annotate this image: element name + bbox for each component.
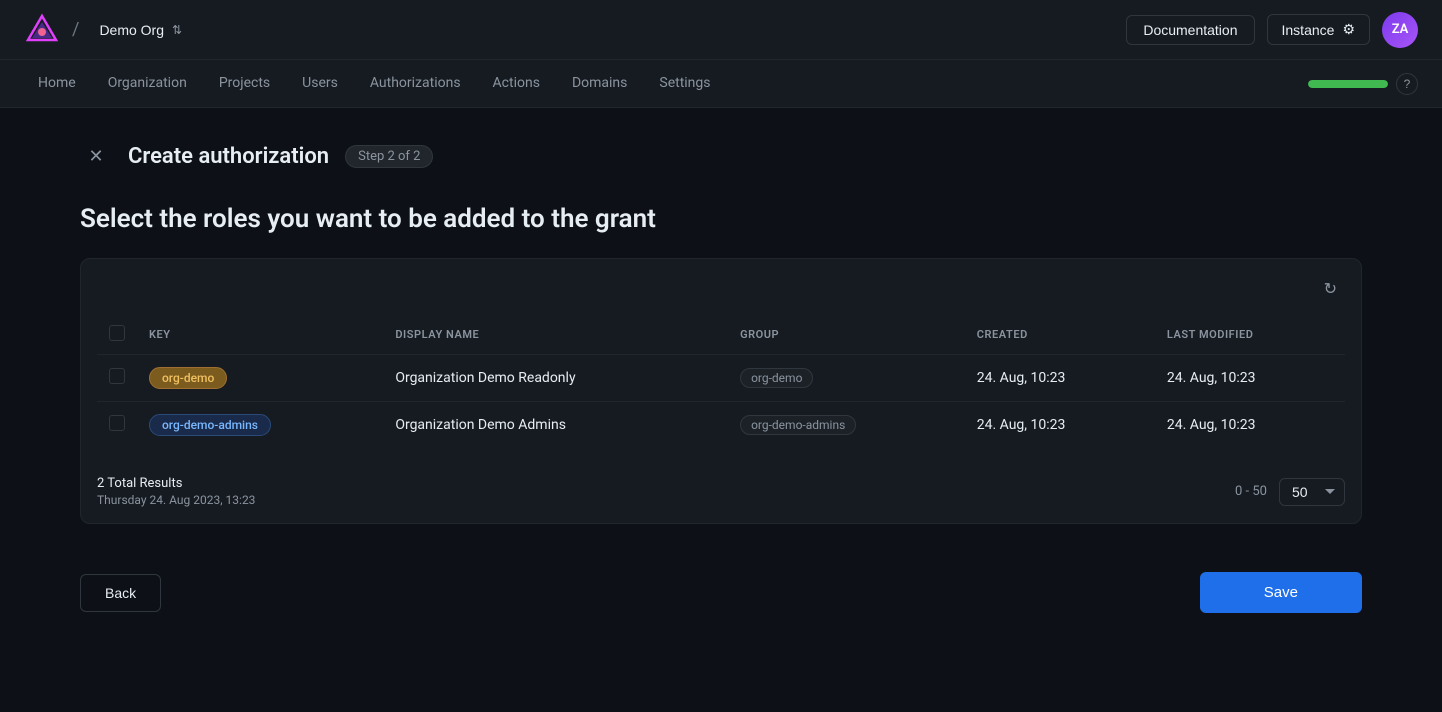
nav-item-organization[interactable]: Organization: [94, 65, 201, 103]
avatar[interactable]: ZA: [1382, 12, 1418, 48]
row2-key-badge: org-demo-admins: [149, 414, 271, 436]
roles-table: KEY DISPLAY NAME GROUP CREATED LAST MODI…: [97, 315, 1345, 448]
select-all-column: [97, 315, 137, 355]
instance-label: Instance: [1282, 22, 1335, 38]
nav-item-users[interactable]: Users: [288, 65, 352, 103]
help-button[interactable]: ?: [1396, 73, 1418, 95]
table-header-row: KEY DISPLAY NAME GROUP CREATED LAST MODI…: [97, 315, 1345, 355]
step-badge: Step 2 of 2: [345, 145, 433, 168]
row2-created-cell: 24. Aug, 10:23: [965, 402, 1155, 449]
row1-created-cell: 24. Aug, 10:23: [965, 355, 1155, 402]
row1-group-badge: org-demo: [740, 368, 813, 388]
page-title: Create authorization: [128, 144, 329, 169]
nav-item-actions[interactable]: Actions: [479, 65, 554, 103]
page-range: 0 - 50: [1235, 484, 1267, 499]
per-page-select[interactable]: 50 100 200: [1279, 478, 1345, 506]
documentation-button[interactable]: Documentation: [1126, 15, 1254, 45]
table-toolbar: ↻: [97, 275, 1345, 303]
row2-group-badge: org-demo-admins: [740, 415, 856, 435]
bottom-actions: Back Save: [80, 548, 1362, 637]
pagination: 2 Total Results Thursday 24. Aug 2023, 1…: [97, 464, 1345, 507]
total-results-date: Thursday 24. Aug 2023, 13:23: [97, 493, 255, 507]
pagination-right: 0 - 50 50 100 200: [1235, 478, 1345, 506]
row2-select-cell: [97, 402, 137, 449]
row1-group-cell: org-demo: [728, 355, 965, 402]
row2-display-name-cell: Organization Demo Admins: [383, 402, 728, 449]
logo-icon: [24, 12, 60, 48]
row1-key-cell: org-demo: [137, 355, 383, 402]
section-title: Select the roles you want to be added to…: [80, 204, 1362, 234]
back-button[interactable]: Back: [80, 574, 161, 612]
logo: / Demo Org ⇅: [24, 12, 190, 48]
row1-key-badge: org-demo: [149, 367, 227, 389]
total-results: 2 Total Results Thursday 24. Aug 2023, 1…: [97, 476, 255, 507]
display-name-column-header: DISPLAY NAME: [383, 315, 728, 355]
org-name: Demo Org: [99, 22, 164, 38]
row1-last-modified-cell: 24. Aug, 10:23: [1155, 355, 1345, 402]
header-right: Documentation Instance ⚙ ZA: [1126, 12, 1418, 48]
close-button[interactable]: ✕: [80, 140, 112, 172]
last-modified-column-header: LAST MODIFIED: [1155, 315, 1345, 355]
chevron-updown-icon: ⇅: [172, 23, 182, 37]
save-button[interactable]: Save: [1200, 572, 1362, 613]
row2-key-cell: org-demo-admins: [137, 402, 383, 449]
table-row: org-demo Organization Demo Readonly org-…: [97, 355, 1345, 402]
page-header: ✕ Create authorization Step 2 of 2: [80, 140, 1362, 172]
nav-item-home[interactable]: Home: [24, 65, 90, 103]
total-results-label: 2 Total Results: [97, 476, 255, 491]
nav-item-settings[interactable]: Settings: [645, 65, 724, 103]
row1-checkbox[interactable]: [109, 368, 125, 384]
select-all-checkbox[interactable]: [109, 325, 125, 341]
refresh-button[interactable]: ↻: [1316, 275, 1345, 303]
row2-group-cell: org-demo-admins: [728, 402, 965, 449]
nav-item-domains[interactable]: Domains: [558, 65, 641, 103]
table-row: org-demo-admins Organization Demo Admins…: [97, 402, 1345, 449]
row1-select-cell: [97, 355, 137, 402]
group-column-header: GROUP: [728, 315, 965, 355]
table-card: ↻ KEY DISPLAY NAME GROUP CREATED LAST MO…: [80, 258, 1362, 524]
created-column-header: CREATED: [965, 315, 1155, 355]
logo-slash: /: [72, 19, 79, 40]
key-column-header: KEY: [137, 315, 383, 355]
main-content: ✕ Create authorization Step 2 of 2 Selec…: [0, 108, 1442, 669]
progress-fill: [1308, 80, 1388, 88]
instance-button[interactable]: Instance ⚙: [1267, 14, 1371, 45]
progress-bar-container: ?: [1308, 73, 1418, 95]
org-selector[interactable]: Demo Org ⇅: [91, 18, 190, 42]
header: / Demo Org ⇅ Documentation Instance ⚙ ZA: [0, 0, 1442, 60]
main-nav: Home Organization Projects Users Authori…: [0, 60, 1442, 108]
row1-display-name-cell: Organization Demo Readonly: [383, 355, 728, 402]
gear-icon: ⚙: [1342, 21, 1355, 38]
progress-bar: [1308, 80, 1388, 88]
nav-item-authorizations[interactable]: Authorizations: [356, 65, 475, 103]
row2-checkbox[interactable]: [109, 415, 125, 431]
row2-last-modified-cell: 24. Aug, 10:23: [1155, 402, 1345, 449]
nav-item-projects[interactable]: Projects: [205, 65, 284, 103]
